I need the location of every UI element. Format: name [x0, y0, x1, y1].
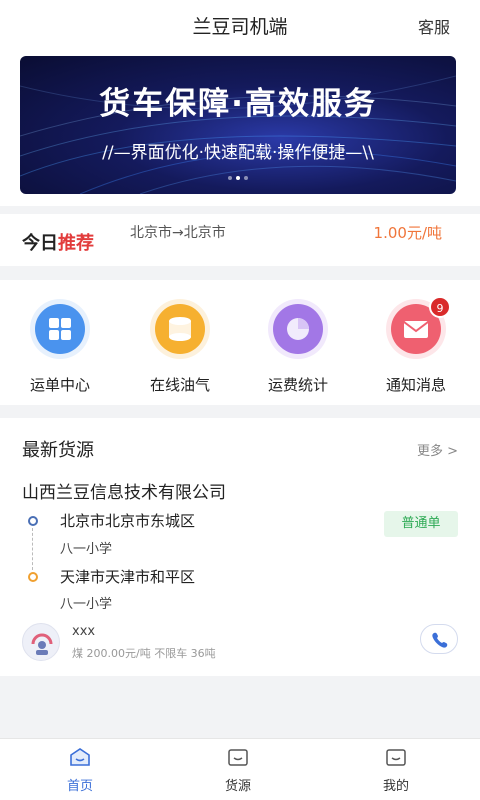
banner-pagination: [20, 165, 456, 184]
pagination-dot[interactable]: [228, 176, 232, 180]
customer-service-link[interactable]: 客服: [418, 14, 450, 38]
origin-city: 北京市北京市东城区: [60, 512, 196, 530]
tab-label: 首页: [66, 779, 93, 794]
destination-dot-icon: [28, 572, 38, 582]
origin-place: 八一小学: [60, 542, 113, 557]
menu-item-freight-stats[interactable]: 运费统计: [248, 298, 348, 395]
today-recommend-bar[interactable]: 今日推荐 北京市→北京市 1.00元/吨: [0, 214, 480, 266]
phone-icon: [432, 632, 448, 648]
oil-barrel-icon: [149, 298, 211, 360]
recommend-route: 北京市→北京市: [130, 225, 226, 241]
app-header: 兰豆司机端 客服: [0, 0, 480, 50]
route-connector: [32, 528, 33, 570]
menu-item-online-fuel[interactable]: 在线油气: [130, 298, 230, 395]
order-type-badge: 普通单: [384, 511, 458, 537]
today-recommend-tag: 今日推荐: [22, 229, 94, 255]
avatar: [22, 623, 60, 661]
tab-label: 货源: [224, 779, 251, 794]
profile-icon: [386, 749, 406, 766]
grid-icon: [29, 298, 91, 360]
home-icon: [70, 748, 90, 766]
latest-cargo-section: 最新货源 更多 > 山西兰豆信息技术有限公司 北京市北京市东城区 八一小学 天津…: [0, 418, 480, 676]
menu-label: 运费统计: [267, 376, 328, 394]
menu-label: 在线油气: [149, 376, 210, 394]
menu-label: 运单中心: [29, 376, 90, 394]
more-link[interactable]: 更多 >: [417, 440, 458, 459]
recommend-tag-part1: 今日: [22, 233, 58, 254]
function-menu: 运单中心 在线油气 运费统计 9 通知消息: [0, 280, 480, 405]
banner-tagline: //—界面优化·快速配载·操作便捷—\\: [102, 143, 374, 163]
menu-label: 通知消息: [385, 376, 446, 394]
pagination-dot[interactable]: [244, 176, 248, 180]
phone-call-button[interactable]: [420, 624, 458, 654]
tab-label: 我的: [382, 779, 409, 794]
cargo-icon: [228, 749, 248, 766]
unread-badge: 9: [429, 296, 451, 318]
tab-cargo[interactable]: 货源: [188, 747, 288, 794]
menu-item-waybill-center[interactable]: 运单中心: [10, 298, 110, 395]
tab-home[interactable]: 首页: [30, 747, 130, 794]
envelope-icon: 9: [385, 296, 451, 360]
bottom-tab-bar: 首页 货源 我的: [0, 738, 480, 800]
destination-place: 八一小学: [60, 597, 113, 612]
banner-section: 货车保障·高效服务 //—界面优化·快速配载·操作便捷—\\: [0, 50, 480, 206]
owner-name: xxx: [72, 624, 96, 639]
company-name: 山西兰豆信息技术有限公司: [22, 483, 226, 503]
page-title: 兰豆司机端: [192, 16, 288, 38]
section-title: 最新货源: [22, 440, 94, 461]
banner-headline: 货车保障·高效服务: [99, 86, 377, 122]
pie-chart-icon: [267, 298, 329, 360]
origin-dot-icon: [28, 516, 38, 526]
menu-item-notifications[interactable]: 9 通知消息: [366, 296, 466, 395]
recommend-tag-part2: 推荐: [58, 233, 94, 254]
recommend-price: 1.00元/吨: [373, 224, 442, 242]
pagination-dot-active[interactable]: [236, 176, 240, 180]
tab-profile[interactable]: 我的: [346, 747, 446, 794]
cargo-detail: 煤 200.00元/吨 不限车 36吨: [72, 647, 216, 660]
promo-banner[interactable]: 货车保障·高效服务 //—界面优化·快速配载·操作便捷—\\: [20, 56, 456, 194]
destination-city: 天津市天津市和平区: [60, 568, 196, 586]
